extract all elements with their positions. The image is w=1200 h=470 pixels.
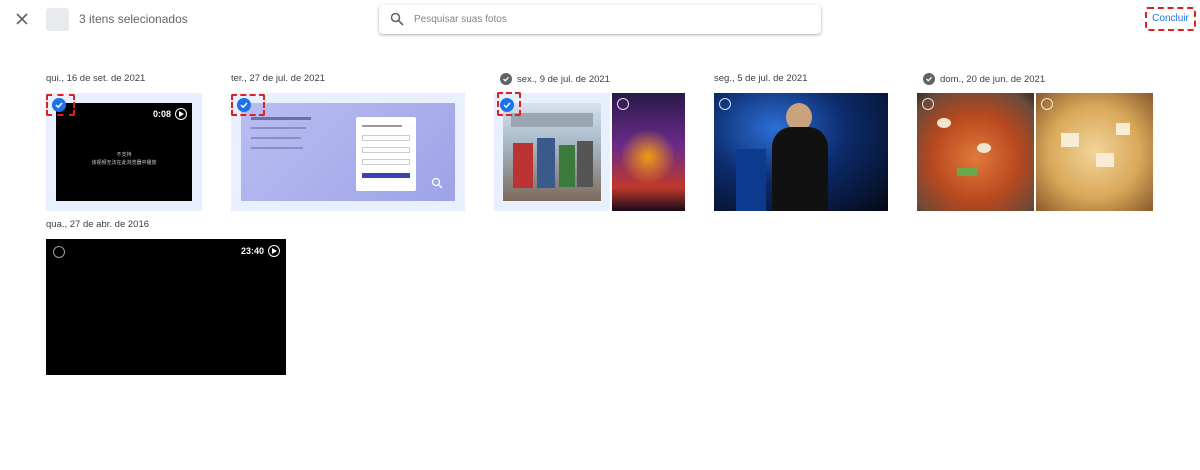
search-input[interactable]: Pesquisar suas fotos <box>414 14 507 25</box>
highlight-box <box>46 94 75 116</box>
close-selection-button[interactable] <box>12 9 32 29</box>
photo-tile[interactable]: 23:40 <box>46 239 286 375</box>
poster-figure <box>577 141 593 187</box>
poster-title-block <box>511 113 593 127</box>
photo-tile[interactable] <box>714 93 888 211</box>
photo-food-piece <box>1096 153 1114 167</box>
zoom-icon <box>431 177 443 189</box>
photo-tile[interactable] <box>917 93 1034 211</box>
selection-count: 3 itens selecionados <box>79 12 188 26</box>
date-label: qua., 27 de abr. de 2016 <box>46 219 150 230</box>
date-label: sex., 9 de jul. de 2021 <box>517 73 610 85</box>
date-label: qui., 16 de set. de 2021 <box>46 73 146 84</box>
photo-food-piece <box>1116 123 1130 135</box>
poster-figure <box>513 143 533 188</box>
date-heading: qua., 27 de abr. de 2016 <box>46 219 149 230</box>
search-bar[interactable]: Pesquisar suas fotos <box>379 5 821 34</box>
group-check-icon[interactable] <box>500 73 512 85</box>
play-icon <box>268 245 280 257</box>
photo-tile[interactable] <box>612 93 685 211</box>
date-heading: seg., 5 de jul. de 2021 <box>714 73 808 84</box>
unselected-circle[interactable] <box>617 98 629 110</box>
screenshot-text-line <box>251 147 303 149</box>
date-heading: sex., 9 de jul. de 2021 <box>500 73 610 85</box>
screenshot-heading-line <box>251 117 311 120</box>
date-label: dom., 20 de jun. de 2021 <box>940 73 1046 85</box>
photo-podium <box>736 149 766 211</box>
group-check-icon[interactable] <box>923 73 935 85</box>
unselected-circle[interactable] <box>1041 98 1053 110</box>
photo-food-piece <box>977 143 991 153</box>
screenshot-form <box>356 117 416 191</box>
date-heading: dom., 20 de jun. de 2021 <box>923 73 1045 85</box>
date-label: seg., 5 de jul. de 2021 <box>714 73 808 84</box>
photo-tile[interactable] <box>503 103 601 201</box>
video-duration: 0:08 <box>153 108 187 120</box>
screenshot-text-line <box>251 137 301 139</box>
photo-food-piece <box>957 168 977 176</box>
photo-food-piece <box>1061 133 1079 147</box>
unselected-circle[interactable] <box>719 98 731 110</box>
poster-figure <box>537 138 555 188</box>
highlight-box <box>231 94 265 116</box>
highlight-box <box>497 92 521 116</box>
unselected-circle[interactable] <box>53 246 65 258</box>
photo-person-body <box>772 127 828 211</box>
video-duration: 23:40 <box>241 245 280 257</box>
date-label: ter., 27 de jul. de 2021 <box>231 73 326 84</box>
close-icon <box>16 13 28 25</box>
search-icon <box>390 12 404 26</box>
screenshot-text-line <box>251 127 306 129</box>
photo-tile[interactable] <box>241 103 455 201</box>
photo-food-piece <box>937 118 951 128</box>
poster-glow <box>622 127 674 187</box>
selection-thumbnail <box>46 8 69 31</box>
photo-tile[interactable]: 0:08 不支持 该视频无法在此浏览器中播放 <box>56 103 192 201</box>
unselected-circle[interactable] <box>922 98 934 110</box>
done-button[interactable]: Concluir <box>1145 7 1196 31</box>
photo-tile[interactable] <box>1036 93 1153 211</box>
poster-figure <box>559 145 575 187</box>
video-caption: 不支持 该视频无法在此浏览器中播放 <box>91 152 157 166</box>
date-heading: qui., 16 de set. de 2021 <box>46 73 145 84</box>
play-icon <box>175 108 187 120</box>
date-heading: ter., 27 de jul. de 2021 <box>231 73 325 84</box>
